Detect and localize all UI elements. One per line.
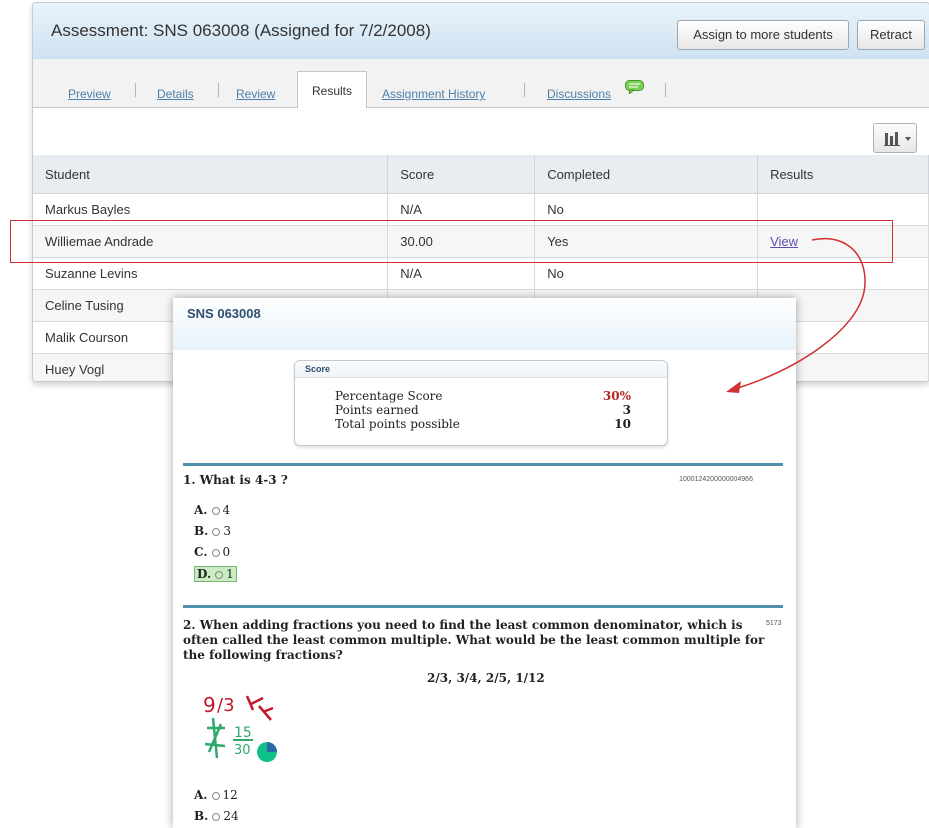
tab-preview[interactable]: Preview <box>68 87 111 101</box>
question-divider <box>183 605 783 608</box>
tab-results[interactable]: Results <box>297 71 367 108</box>
column-header-results[interactable]: Results <box>757 155 929 194</box>
question-2-id: 5173 <box>766 620 782 627</box>
answer-option: C. 0 <box>194 545 231 559</box>
assessment-title: Assessment: SNS 063008 (Assigned for 7/2… <box>51 21 431 40</box>
question-1-text: 1. What is 4-3 ? <box>183 473 288 487</box>
points-earned-label: Points earned <box>335 403 419 417</box>
question-1-id: 1000124200000004966 <box>679 476 753 483</box>
radio-icon <box>212 813 221 821</box>
question-2-fractions: 2/3, 3/4, 2/5, 1/12 <box>427 671 545 685</box>
points-earned-value: 3 <box>622 403 631 417</box>
column-header-student[interactable]: Student <box>33 155 389 194</box>
svg-text:30: 30 <box>234 743 251 758</box>
retract-button[interactable]: Retract <box>857 20 925 50</box>
report-header: SNS 063008 <box>173 298 796 350</box>
radio-icon <box>211 792 220 800</box>
question-2-text: 2. When adding fractions you need to fin… <box>183 618 765 662</box>
answer-option: A. 4 <box>194 503 231 517</box>
total-points-row: Total points possible 10 <box>335 417 631 431</box>
radio-icon <box>212 528 221 536</box>
tab-separator <box>524 83 525 97</box>
total-points-label: Total points possible <box>335 417 460 431</box>
tab-bar: Preview Details Review Results Assignmen… <box>33 59 929 108</box>
radio-icon <box>211 549 220 557</box>
question-divider <box>183 463 783 466</box>
tab-details[interactable]: Details <box>157 87 194 101</box>
row-highlight-annotation <box>10 220 893 263</box>
column-header-completed[interactable]: Completed <box>534 155 759 194</box>
report-title: SNS 063008 <box>187 306 261 321</box>
percentage-score-label: Percentage Score <box>335 389 443 403</box>
tab-separator <box>135 83 136 97</box>
tab-review[interactable]: Review <box>236 87 275 101</box>
assessment-report-popup: SNS 063008 Score Percentage Score 30% Po… <box>173 298 796 828</box>
chart-options-button[interactable] <box>873 123 917 153</box>
assessment-header: Assessment: SNS 063008 (Assigned for 7/2… <box>33 3 929 60</box>
tab-assignment-history[interactable]: Assignment History <box>382 87 485 101</box>
points-earned-row: Points earned 3 <box>335 403 631 417</box>
tab-discussions[interactable]: Discussions <box>547 87 611 101</box>
column-header-score[interactable]: Score <box>387 155 536 194</box>
radio-icon <box>211 507 220 515</box>
radio-icon <box>215 571 224 579</box>
percentage-score-row: Percentage Score 30% <box>335 389 631 403</box>
svg-text:/3: /3 <box>217 695 235 716</box>
total-points-value: 10 <box>614 417 631 431</box>
tab-separator <box>665 83 666 97</box>
answer-option-selected: D. 1 <box>194 566 237 582</box>
assign-more-students-button[interactable]: Assign to more students <box>677 20 849 50</box>
svg-text:9: 9 <box>203 693 216 717</box>
answer-option: A. 12 <box>194 788 238 802</box>
percentage-score-value: 30% <box>602 389 631 403</box>
table-header-row: Student Score Completed Results <box>33 155 929 194</box>
student-handwritten-work-image: 9 /3 15 30 <box>203 693 277 762</box>
score-box-header: Score <box>295 361 667 378</box>
tab-separator <box>218 83 219 97</box>
chat-bubble-icon[interactable] <box>625 80 644 94</box>
bar-chart-icon <box>884 132 911 146</box>
answer-option: B. 3 <box>194 524 231 538</box>
score-summary-box: Score Percentage Score 30% Points earned… <box>294 360 668 446</box>
svg-text:15: 15 <box>234 725 252 741</box>
chevron-down-icon <box>905 137 911 141</box>
answer-option: B. 24 <box>194 809 239 823</box>
results-toolbar <box>33 108 929 154</box>
